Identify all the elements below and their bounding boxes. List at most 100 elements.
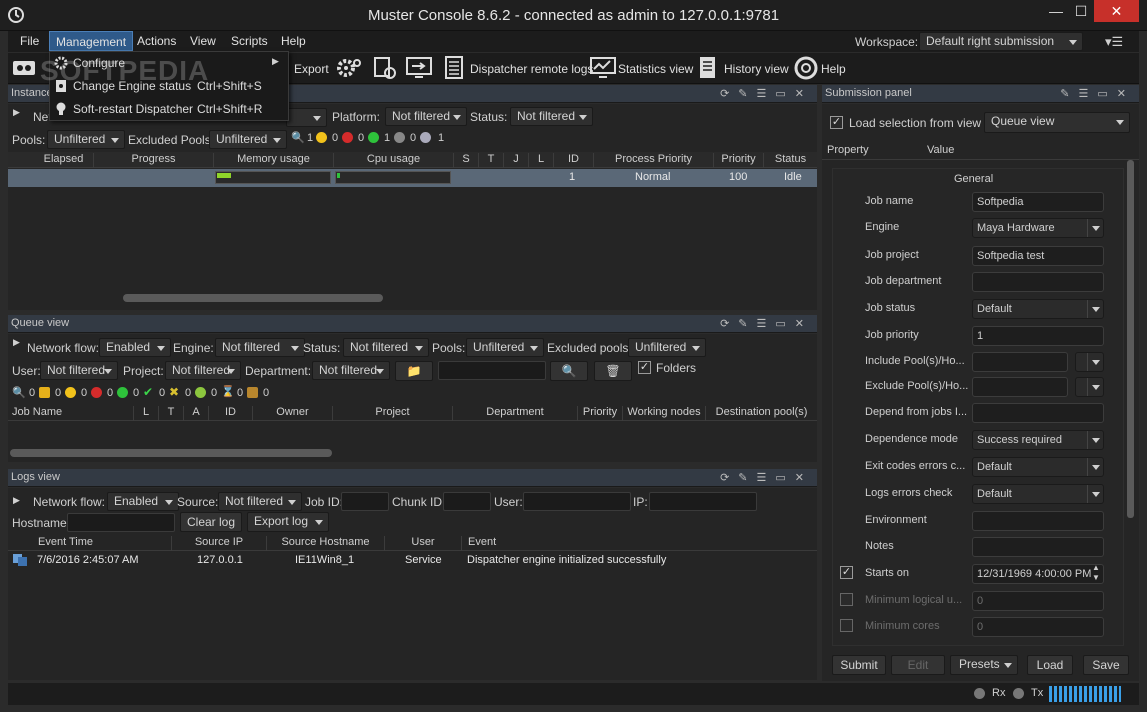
folder-button[interactable]: 📁 xyxy=(395,361,433,381)
engine-document-icon[interactable] xyxy=(373,56,399,80)
panel-controls-icon[interactable]: ✎☰▭✕ xyxy=(1060,87,1135,100)
property-input[interactable] xyxy=(972,537,1104,557)
edit-button[interactable]: Edit xyxy=(891,655,945,675)
dispatcher-connect-icon[interactable] xyxy=(12,58,36,78)
menu-scripts[interactable]: Scripts xyxy=(231,34,268,48)
chevron-down-icon[interactable] xyxy=(1087,458,1103,476)
queue-status-select[interactable]: Not filtered xyxy=(343,338,429,357)
column-l[interactable]: L xyxy=(134,406,159,421)
queue-hscrollbar[interactable] xyxy=(10,449,332,457)
property-datetime-spinner[interactable]: 12/31/1969 4:00:00 PM xyxy=(972,564,1104,584)
property-input[interactable]: 0 xyxy=(972,617,1104,637)
queue-excluded-select[interactable]: Unfiltered xyxy=(628,338,706,357)
chevron-down-icon[interactable] xyxy=(1087,431,1103,449)
column-priority[interactable]: Priority xyxy=(578,406,623,421)
spinner-arrows-icon[interactable]: ▲ ▼ xyxy=(1092,563,1100,583)
property-input[interactable]: 1 xyxy=(972,326,1104,346)
column-cpu[interactable]: Cpu usage xyxy=(334,153,454,168)
property-input[interactable] xyxy=(972,403,1104,423)
column-project[interactable]: Project xyxy=(333,406,453,421)
property-select[interactable]: Default xyxy=(972,457,1104,477)
log-row[interactable]: 7/6/2016 2:45:07 AM 127.0.0.1 IE11Win8_1… xyxy=(8,551,817,569)
expand-arrow-icon[interactable]: ▶ xyxy=(13,337,20,348)
column-s[interactable]: S xyxy=(454,153,479,168)
load-selection-checkbox[interactable]: ✓ xyxy=(830,116,843,129)
column-user[interactable]: User xyxy=(385,536,462,551)
chevron-down-icon[interactable] xyxy=(1087,219,1103,237)
property-select[interactable]: Maya Hardware xyxy=(972,218,1104,238)
minimize-button[interactable]: — xyxy=(1043,0,1069,22)
queue-project-select[interactable]: Not filtered xyxy=(165,361,241,380)
property-input[interactable] xyxy=(972,511,1104,531)
presets-button[interactable]: Presets xyxy=(950,655,1018,675)
logs-jobid-input[interactable] xyxy=(341,492,389,511)
column-id[interactable]: ID xyxy=(209,406,253,421)
menu-actions[interactable]: Actions xyxy=(137,34,176,48)
chevron-down-icon[interactable] xyxy=(1087,353,1103,371)
export-log-button[interactable]: Export log xyxy=(247,512,329,532)
column-working-nodes[interactable]: Working nodes xyxy=(623,406,706,421)
submission-vscrollbar[interactable] xyxy=(1127,160,1134,518)
column-priority[interactable]: Priority xyxy=(714,153,764,168)
column-j[interactable]: J xyxy=(504,153,529,168)
toolbar-help[interactable]: Help xyxy=(821,62,846,76)
property-select[interactable]: Success required xyxy=(972,430,1104,450)
menu-file[interactable]: File xyxy=(20,34,39,48)
instances-pools-select[interactable]: Unfiltered xyxy=(47,130,125,149)
column-elapsed[interactable]: Elapsed xyxy=(34,153,94,168)
logs-user-input[interactable] xyxy=(523,492,631,511)
instances-status-select[interactable]: Not filtered xyxy=(510,107,593,126)
clear-log-button[interactable]: Clear log xyxy=(180,512,242,532)
toolbar-history[interactable]: History view xyxy=(724,62,789,76)
chevron-down-icon[interactable] xyxy=(1087,300,1103,318)
toolbar-statistics[interactable]: Statistics view xyxy=(618,62,693,76)
property-enable-checkbox[interactable]: ✓ xyxy=(840,566,853,579)
column-department[interactable]: Department xyxy=(453,406,578,421)
submission-view-select[interactable]: Queue view xyxy=(984,112,1130,133)
column-memory[interactable]: Memory usage xyxy=(214,153,334,168)
column-a[interactable]: A xyxy=(184,406,209,421)
toolbar-export[interactable]: Export xyxy=(294,62,329,76)
property-input[interactable]: Softpedia xyxy=(972,192,1104,212)
search-icon[interactable]: 🔍 xyxy=(291,131,305,144)
column-process-priority[interactable]: Process Priority xyxy=(594,153,714,168)
folders-checkbox[interactable]: ✓ xyxy=(638,361,651,374)
panel-controls-icon[interactable]: ⟳✎☰▭✕ xyxy=(720,317,813,330)
column-l[interactable]: L xyxy=(529,153,554,168)
menu-management[interactable]: Management xyxy=(49,31,134,51)
terminal-icon[interactable] xyxy=(406,57,434,79)
gears-icon[interactable] xyxy=(335,56,363,80)
column-t[interactable]: T xyxy=(479,153,504,168)
logs-ip-input[interactable] xyxy=(649,492,757,511)
column-source-hostname[interactable]: Source Hostname xyxy=(267,536,385,551)
instances-network-select[interactable] xyxy=(286,108,327,127)
expand-arrow-icon[interactable]: ▶ xyxy=(13,495,20,506)
property-input[interactable] xyxy=(972,272,1104,292)
help-lifebuoy-icon[interactable] xyxy=(794,56,818,80)
property-input[interactable]: Softpedia test xyxy=(972,246,1104,266)
workspace-select[interactable]: Default right submission xyxy=(919,32,1083,51)
menu-view[interactable]: View xyxy=(190,34,216,48)
column-source-ip[interactable]: Source IP xyxy=(172,536,267,551)
column-status[interactable]: Status xyxy=(764,153,817,168)
logs-list-icon[interactable] xyxy=(444,56,464,80)
instances-hscrollbar[interactable] xyxy=(123,294,383,302)
queue-engine-select[interactable]: Not filtered xyxy=(215,338,305,357)
column-t[interactable]: T xyxy=(159,406,184,421)
history-document-icon[interactable] xyxy=(698,56,718,80)
menu-help[interactable]: Help xyxy=(281,34,306,48)
queue-department-select[interactable]: Not filtered xyxy=(312,361,390,380)
property-enable-checkbox[interactable] xyxy=(840,619,853,632)
toolbar-dispatcher-logs[interactable]: Dispatcher remote logs xyxy=(470,62,593,76)
search-icon[interactable]: 🔍 xyxy=(12,386,26,399)
logs-chunkid-input[interactable] xyxy=(443,492,491,511)
column-event-time[interactable]: Event Time xyxy=(34,536,172,551)
queue-search-input[interactable] xyxy=(438,361,546,380)
submit-button[interactable]: Submit xyxy=(832,655,886,675)
column-destination-pools[interactable]: Destination pool(s) xyxy=(706,406,817,421)
property-pool-select[interactable] xyxy=(1075,377,1104,397)
panel-controls-icon[interactable]: ⟳✎☰▭✕ xyxy=(720,471,813,484)
column-owner[interactable]: Owner xyxy=(253,406,333,421)
menu-item-soft-restart-dispatcher[interactable]: Soft-restart Dispatcher xyxy=(73,102,193,116)
property-pool-select[interactable] xyxy=(1075,352,1104,372)
